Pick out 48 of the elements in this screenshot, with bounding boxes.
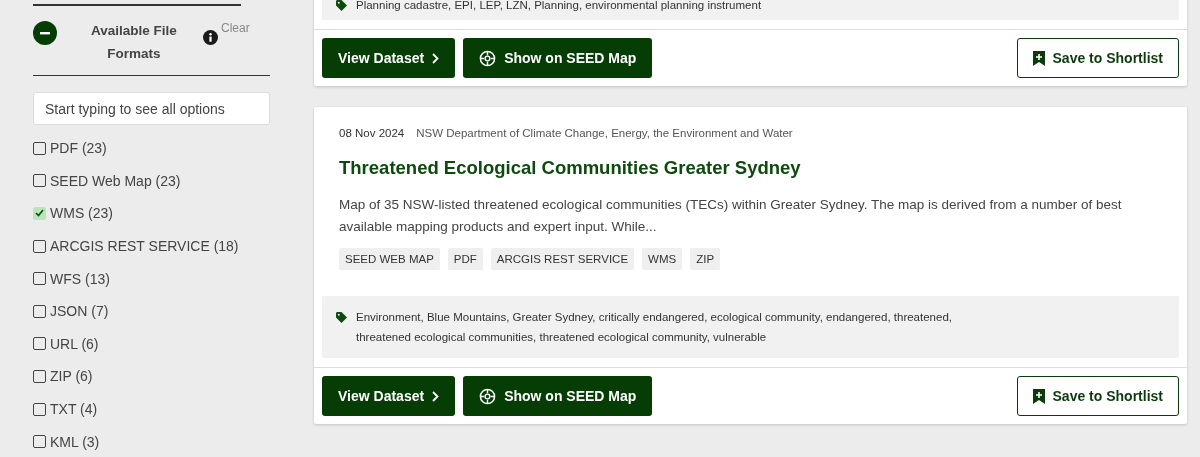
checkbox[interactable]: [33, 369, 46, 383]
option-label[interactable]: URL (6): [50, 335, 99, 352]
checkbox[interactable]: [33, 174, 46, 188]
chevron-icon: [432, 52, 440, 64]
collapse-button[interactable]: [33, 21, 57, 45]
option-label[interactable]: ARCGIS REST SERVICE (18): [50, 238, 239, 255]
save-shortlist-button[interactable]: Save to Shortlist: [1016, 38, 1179, 78]
bookmark-icon: [1032, 388, 1045, 404]
option-label[interactable]: JSON (7): [50, 303, 109, 320]
show-on-map-button[interactable]: Show on SEED Map: [463, 376, 653, 416]
keywords: Environment, Blue Mountains, Greater Sydney, critically endangered, ecological community, endangered, threatened, threatened ecological communities, threatened ecological community, vulnerable: [356, 310, 953, 345]
checkbox[interactable]: [33, 402, 46, 416]
dataset-title[interactable]: Threatened Ecological Communities Greater Sydney: [339, 157, 1162, 179]
option-label[interactable]: PDF (23): [50, 140, 107, 157]
tag-icon: [336, 312, 347, 323]
save-shortlist-button[interactable]: Save to Shortlist: [1016, 376, 1179, 416]
format-tag: ZIP: [690, 248, 721, 270]
checkbox[interactable]: [33, 239, 46, 253]
option-label[interactable]: SEED Web Map (23): [50, 172, 181, 189]
format-tag: SEED WEB MAP: [339, 248, 440, 270]
search-field[interactable]: Start typing to see all options: [33, 92, 270, 125]
checkbox[interactable]: [33, 435, 46, 449]
checkbox[interactable]: [33, 337, 46, 351]
checkbox[interactable]: [33, 304, 46, 318]
checkbox[interactable]: [33, 272, 46, 286]
keywords: Planning cadastre, EPI, LEP, LZN, Planning, environmental planning instrument: [356, 0, 763, 13]
crosshair-icon: [479, 49, 497, 67]
bookmark-icon: [1032, 50, 1045, 66]
minus-icon: [40, 31, 50, 35]
view-dataset-button[interactable]: View Dataset: [322, 376, 456, 416]
format-tag: WMS: [642, 248, 683, 270]
show-on-map-button[interactable]: Show on SEED Map: [463, 38, 653, 78]
option-label[interactable]: ZIP (6): [50, 368, 93, 385]
date: 08 Nov 2024: [339, 127, 405, 139]
info-icon[interactable]: [203, 30, 218, 45]
filter-title: Available File Formats: [90, 22, 178, 63]
format-tag: ARCGIS REST SERVICE: [490, 248, 635, 270]
option-label[interactable]: WMS (23): [50, 205, 113, 222]
checkbox[interactable]: [33, 141, 46, 155]
option-label[interactable]: WFS (13): [50, 270, 110, 287]
option-label[interactable]: TXT (4): [50, 401, 98, 418]
publisher: NSW Department of Climate Change, Energy, the Environment and Water: [416, 127, 793, 139]
view-dataset-button[interactable]: View Dataset: [322, 38, 456, 78]
description: Map of 35 NSW-listed threatened ecological communities (TECs) within Greater Sydney. The map is derived from a number of best available mapping products and expert input. While...: [339, 196, 1123, 236]
chevron-icon: [432, 390, 440, 402]
option-label[interactable]: KML (3): [50, 433, 100, 450]
format-tag: PDF: [447, 248, 483, 270]
crosshair-icon: [479, 387, 497, 405]
